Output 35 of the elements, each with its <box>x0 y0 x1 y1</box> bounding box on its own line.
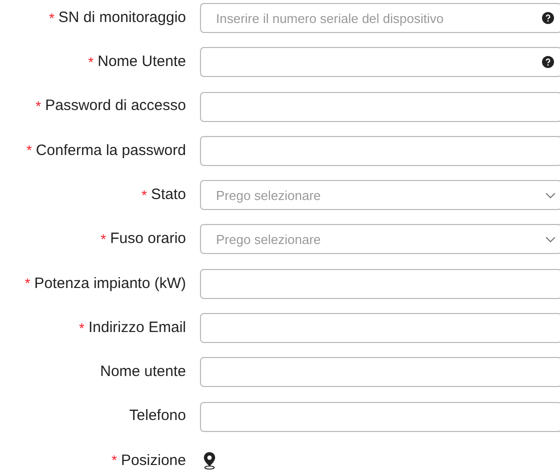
field-label: Posizione <box>120 450 186 471</box>
input-field[interactable] <box>200 136 560 166</box>
input-field[interactable]: Inserire il numero seriale del dispositivo <box>200 3 560 33</box>
required-marker: * <box>100 230 106 249</box>
required-marker: * <box>48 8 54 28</box>
field-label: Stato <box>150 184 186 205</box>
input-field[interactable] <box>200 47 560 78</box>
field-label: Conferma la password <box>36 140 186 161</box>
chevron-down-icon <box>545 192 556 200</box>
field-label: Potenza impianto (kW) <box>34 274 186 294</box>
input-field[interactable] <box>200 313 560 344</box>
field-label: Indirizzo Email <box>88 318 186 338</box>
field-label: Nome utente <box>100 362 186 382</box>
field-label: Telefono <box>129 406 186 426</box>
required-marker: * <box>142 186 147 205</box>
required-marker: * <box>24 274 30 294</box>
input-field[interactable] <box>200 92 560 122</box>
required-marker: * <box>79 318 84 338</box>
input-field[interactable] <box>200 268 560 299</box>
help-icon[interactable] <box>542 56 554 68</box>
required-marker: * <box>36 97 42 116</box>
input-field[interactable] <box>200 402 560 432</box>
required-marker: * <box>26 141 32 160</box>
required-marker: * <box>88 52 94 72</box>
input-field[interactable] <box>200 357 560 388</box>
chevron-down-icon <box>545 236 556 244</box>
select-field[interactable]: Prego selezionare <box>200 224 560 254</box>
required-marker: * <box>112 451 117 470</box>
select-field[interactable]: Prego selezionare <box>200 180 560 210</box>
field-label: SN di monitoraggio <box>58 8 186 28</box>
help-icon[interactable] <box>542 12 554 24</box>
field-label: Fuso orario <box>110 229 186 250</box>
field-label: Password di accesso <box>45 96 186 116</box>
map-pin-icon[interactable] <box>202 451 217 470</box>
field-label: Nome Utente <box>98 52 186 72</box>
